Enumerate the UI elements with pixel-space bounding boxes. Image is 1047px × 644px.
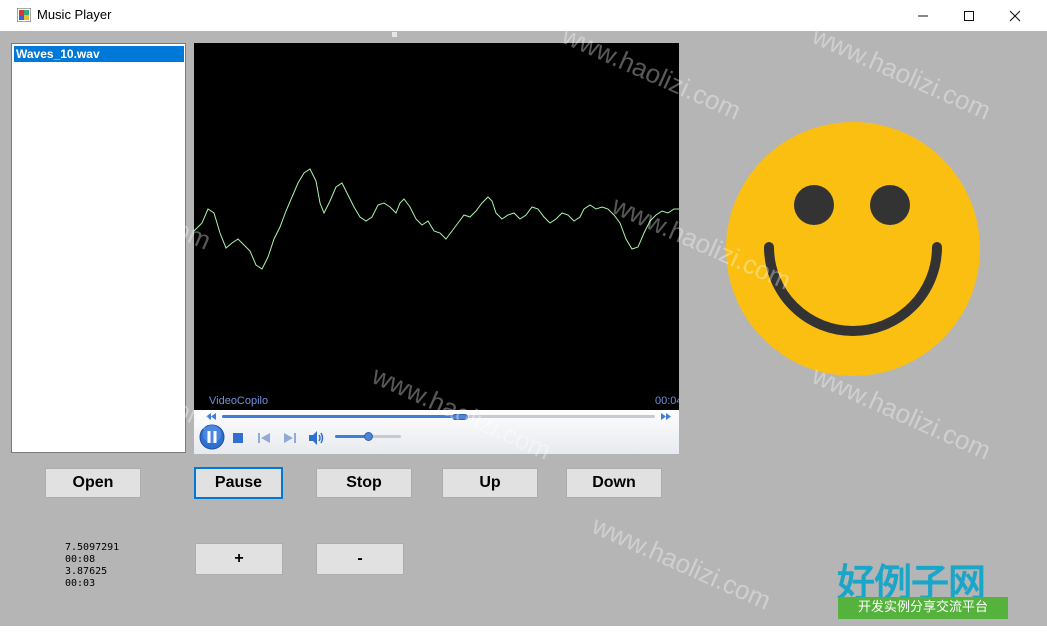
minimize-button[interactable] xyxy=(900,0,946,31)
seek-back-icon xyxy=(206,413,216,420)
volume-plus-button[interactable]: + xyxy=(195,543,283,575)
video-area[interactable]: VideoCopilo 00:04 xyxy=(194,43,679,410)
close-button[interactable] xyxy=(992,0,1038,31)
watermark-logo-subtitle: 开发实例分享交流平台 xyxy=(838,597,1008,619)
video-time-label: 00:04 xyxy=(655,395,679,407)
next-button[interactable] xyxy=(282,431,298,445)
waveform-line xyxy=(194,168,679,270)
watermark-logo: 好例子网 开发实例分享交流平台 xyxy=(837,552,1009,644)
mute-button[interactable] xyxy=(308,430,326,446)
readout-line-2: 00:08 xyxy=(65,554,96,565)
music-player-window: Music Player Waves_10.wav VideoCopilo 00… xyxy=(0,0,1047,626)
readout-line-1: 7.5097291 xyxy=(65,542,120,553)
stop-icon xyxy=(233,433,243,443)
seek-thumb[interactable] xyxy=(452,414,469,420)
stats-readout: 7.5097291 00:08 3.87625 00:03 xyxy=(65,542,119,590)
volume-minus-button[interactable]: - xyxy=(316,543,404,575)
close-icon xyxy=(1009,10,1021,21)
title-bar[interactable]: Music Player xyxy=(0,0,1047,31)
pause-icon xyxy=(199,424,225,450)
smiley-face-image xyxy=(726,122,980,376)
seek-bar[interactable] xyxy=(222,415,655,418)
pause-button[interactable]: Pause xyxy=(194,467,283,499)
minimize-icon xyxy=(918,15,928,16)
volume-thumb[interactable] xyxy=(364,432,373,441)
down-button[interactable]: Down xyxy=(566,468,662,498)
next-icon xyxy=(284,433,296,443)
readout-line-3: 3.87625 xyxy=(65,566,108,577)
waveform-visualization xyxy=(194,168,679,270)
window-title: Music Player xyxy=(37,7,112,22)
stop-button[interactable] xyxy=(231,431,245,445)
previous-button[interactable] xyxy=(256,431,272,445)
media-controls xyxy=(194,410,679,454)
stop-text-button[interactable]: Stop xyxy=(316,468,412,498)
playlist-box[interactable]: Waves_10.wav xyxy=(11,43,186,453)
open-button[interactable]: Open xyxy=(45,468,141,498)
previous-icon xyxy=(258,433,270,443)
readout-line-4: 00:03 xyxy=(65,578,96,589)
maximize-icon xyxy=(964,10,974,21)
resize-grip[interactable] xyxy=(392,32,397,37)
video-credit-label: VideoCopilo xyxy=(209,395,269,407)
playlist-item[interactable]: Waves_10.wav xyxy=(14,46,184,62)
seek-bar-fill xyxy=(222,415,461,418)
app-icon xyxy=(17,8,31,22)
seek-forward-icon xyxy=(661,413,671,420)
client-area: Waves_10.wav VideoCopilo 00:04 xyxy=(0,31,1047,626)
speaker-icon xyxy=(309,431,324,445)
maximize-button[interactable] xyxy=(946,0,992,31)
up-button[interactable]: Up xyxy=(442,468,538,498)
play-pause-button[interactable] xyxy=(199,424,225,450)
